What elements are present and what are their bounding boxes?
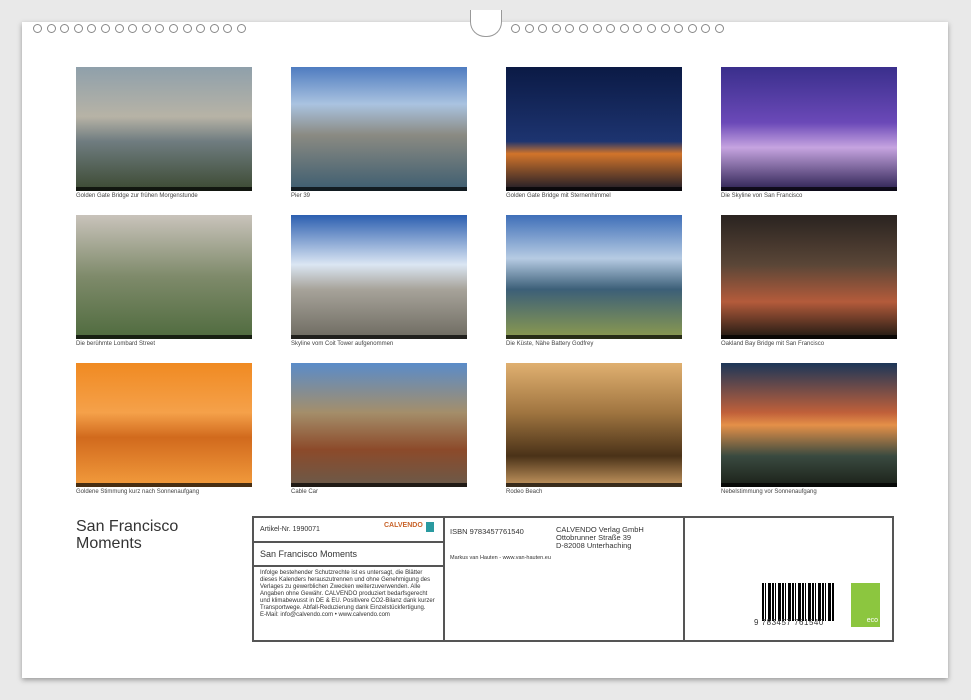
binding-ring [128, 24, 137, 33]
calendar-photo [506, 67, 682, 191]
binding-ring [511, 24, 520, 33]
binding-ring [538, 24, 547, 33]
photo-caption: Die berühmte Lombard Street [76, 341, 155, 347]
date-strip [721, 335, 897, 339]
date-strip [291, 187, 467, 191]
date-strip [721, 483, 897, 487]
photo-caption: Golden Gate Bridge zur frühen Morgenstun… [76, 193, 198, 199]
photo-caption: Oakland Bay Bridge mit San Francisco [721, 341, 824, 347]
barcode-digits: 9 783457 761540 [754, 618, 824, 627]
isbn: ISBN 9783457761540 [450, 527, 524, 536]
calendar-photo [76, 67, 252, 191]
calendar-photo [506, 215, 682, 339]
binding-ring [210, 24, 219, 33]
calendar-photo [76, 215, 252, 339]
calendar-photo [506, 363, 682, 487]
date-strip [506, 335, 682, 339]
binding-ring [674, 24, 683, 33]
binding-ring [196, 24, 205, 33]
binding-ring [237, 24, 246, 33]
contact-text: E-Mail: info@calvendo.com • www.calvendo… [260, 612, 437, 619]
binding-ring [60, 24, 69, 33]
hanger-hook [470, 10, 502, 37]
binding-ring [33, 24, 42, 33]
binding-ring [169, 24, 178, 33]
binding-ring [155, 24, 164, 33]
calendar-photo [291, 363, 467, 487]
binding-ring [87, 24, 96, 33]
calendar-name: San Francisco Moments [254, 543, 443, 567]
binding-ring [661, 24, 670, 33]
binding-ring [223, 24, 232, 33]
photo-caption: Die Küste, Nähe Battery Godfrey [506, 341, 593, 347]
binding-ring [606, 24, 615, 33]
eco-leaf-icon: eco [851, 583, 880, 627]
binding-ring [620, 24, 629, 33]
barcode [762, 583, 834, 621]
legal-text: Infolge bestehender Schutzrechte ist es … [260, 570, 437, 612]
date-strip [76, 187, 252, 191]
binding-ring [701, 24, 710, 33]
binding-ring [525, 24, 534, 33]
calvendo-logo: CALVENDO [384, 522, 423, 529]
info-box: Artikel-Nr. 1990071 CALVENDO San Francis… [252, 516, 894, 642]
binding-ring [579, 24, 588, 33]
binding-ring [115, 24, 124, 33]
binding-ring [565, 24, 574, 33]
photo-caption: Pier 39 [291, 193, 310, 199]
binding-ring [183, 24, 192, 33]
binding-ring [552, 24, 561, 33]
binding-ring [74, 24, 83, 33]
binding-ring [647, 24, 656, 33]
calendar-title: San Francisco Moments [76, 518, 226, 552]
calvendo-logo-icon [426, 522, 434, 532]
date-strip [76, 483, 252, 487]
binding-ring [142, 24, 151, 33]
date-strip [291, 483, 467, 487]
date-strip [76, 335, 252, 339]
photo-caption: Skyline vom Coit Tower aufgenommen [291, 341, 393, 347]
binding-ring [593, 24, 602, 33]
calendar-photo [76, 363, 252, 487]
calendar-photo [721, 67, 897, 191]
eco-label: eco [867, 617, 878, 624]
date-strip [721, 187, 897, 191]
calendar-photo [721, 363, 897, 487]
binding-rings [0, 0, 971, 40]
photo-caption: Die Skyline von San Francisco [721, 193, 802, 199]
photo-caption: Cable Car [291, 489, 318, 495]
binding-ring [47, 24, 56, 33]
binding-ring [633, 24, 642, 33]
photo-caption: Rodeo Beach [506, 489, 542, 495]
calendar-photo [721, 215, 897, 339]
article-number: Artikel-Nr. 1990071 [260, 526, 320, 533]
photo-caption: Golden Gate Bridge mit Sternenhimmel [506, 193, 611, 199]
author: Markus van Hauten - www.van-hauten.eu [450, 555, 551, 561]
date-strip [506, 483, 682, 487]
date-strip [506, 187, 682, 191]
calendar-photo [291, 215, 467, 339]
binding-ring [101, 24, 110, 33]
photo-caption: Nebelstimmung vor Sonnenaufgang [721, 489, 817, 495]
binding-ring [688, 24, 697, 33]
publisher-city: D-82008 Unterhaching [556, 542, 644, 550]
calendar-photo [291, 67, 467, 191]
date-strip [291, 335, 467, 339]
photo-caption: Goldene Stimmung kurz nach Sonnenaufgang [76, 489, 199, 495]
binding-ring [715, 24, 724, 33]
